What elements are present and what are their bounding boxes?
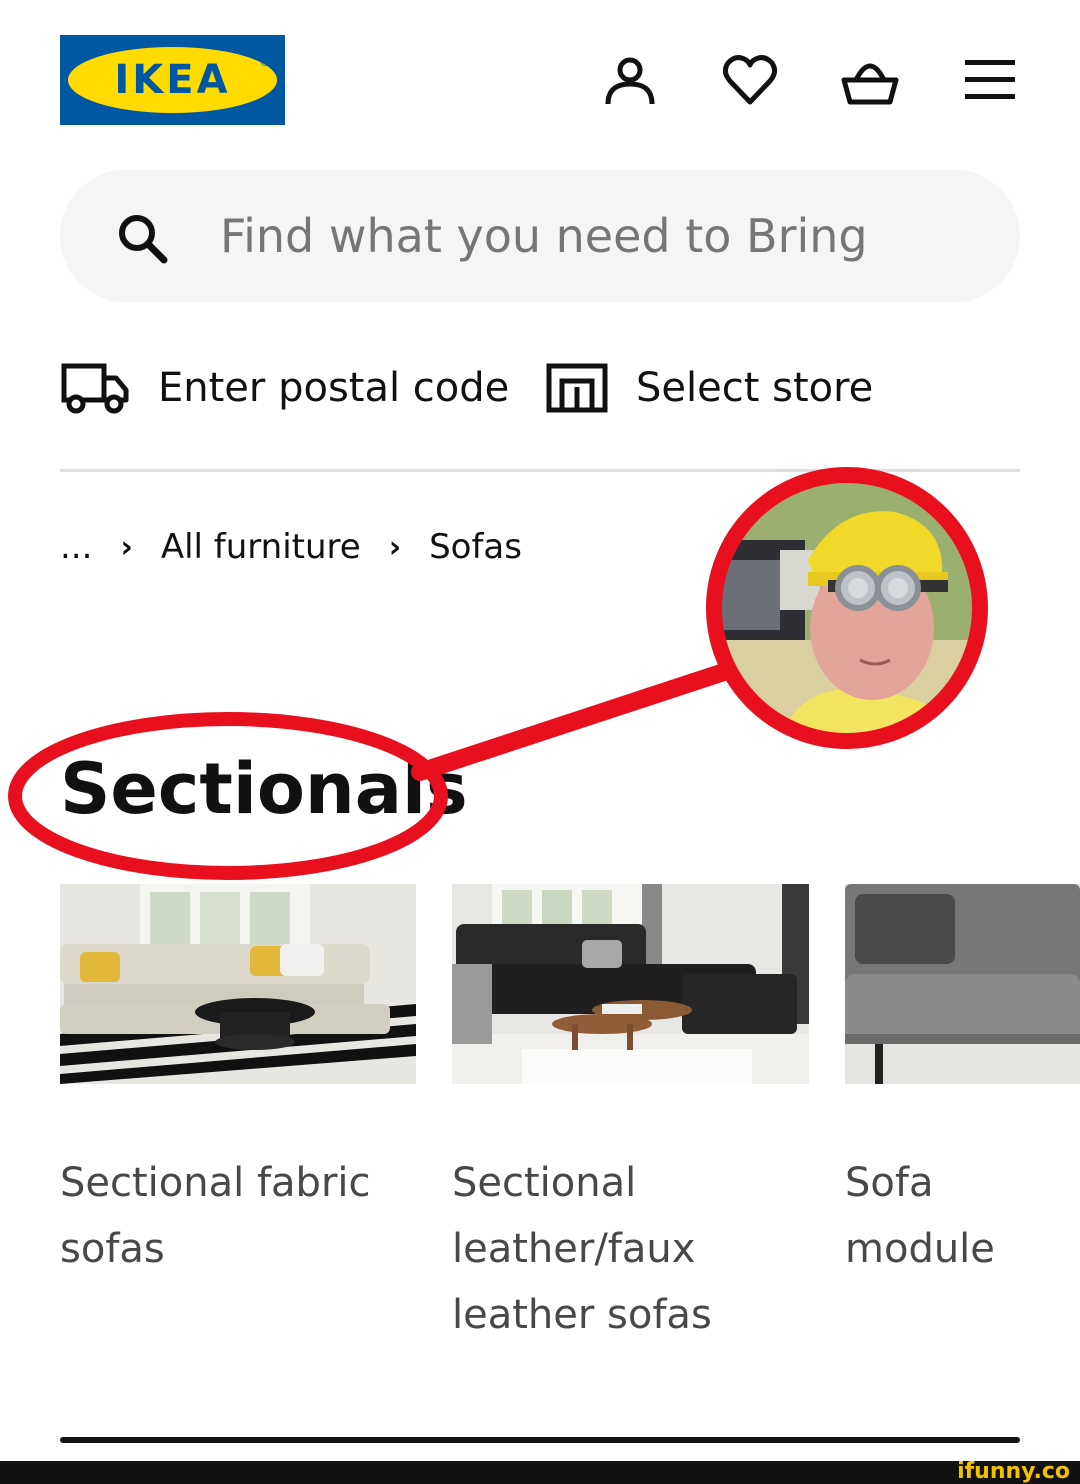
select-store-label: Select store [636, 365, 874, 411]
logo-text: IKEA [114, 57, 231, 103]
store-icon [546, 363, 608, 413]
delivery-truck-icon [60, 360, 130, 416]
breadcrumb: ... › All furniture › Sofas [60, 522, 522, 572]
location-row: Enter postal code Select store [60, 355, 1020, 421]
basket-icon[interactable] [840, 50, 900, 110]
ifunny-watermark: ifunny.co [957, 1459, 1070, 1484]
footer-strip: ifunny.co [0, 1459, 1080, 1484]
card-label-sofa-modules[interactable]: Sofa module [845, 1150, 1080, 1282]
reaction-photo [721, 482, 973, 734]
chevron-right-icon: › [120, 529, 133, 565]
reaction-photo-ring [706, 467, 988, 749]
bottom-separator [60, 1437, 1020, 1443]
search-input[interactable] [220, 190, 902, 282]
select-store-button[interactable]: Select store [546, 355, 873, 421]
breadcrumb-ellipsis[interactable]: ... [60, 527, 92, 567]
card-label-leather-sofas[interactable]: Sectional leather/faux leather sofas [452, 1150, 712, 1348]
card-image-fabric-sofas[interactable] [60, 884, 416, 1084]
search-icon [116, 212, 168, 264]
card-image-sofa-modules[interactable] [845, 884, 1080, 1084]
page-title: Sectionals [60, 748, 468, 830]
person-icon[interactable] [600, 50, 660, 110]
postal-code-button[interactable]: Enter postal code [60, 355, 509, 421]
postal-code-label: Enter postal code [158, 365, 510, 411]
section-divider [60, 469, 1020, 472]
chevron-right-icon: › [388, 529, 402, 565]
menu-icon[interactable] [960, 50, 1020, 110]
card-label-fabric-sofas[interactable]: Sectional fabric sofas [60, 1150, 371, 1282]
logo-registered-mark: ® [259, 55, 271, 69]
heart-icon[interactable] [720, 50, 780, 110]
card-image-leather-sofas[interactable] [452, 884, 809, 1084]
ikea-logo[interactable]: IKEA ® [60, 35, 285, 125]
search-bar[interactable] [60, 170, 1020, 302]
breadcrumb-all-furniture[interactable]: All furniture [161, 527, 361, 567]
breadcrumb-sofas[interactable]: Sofas [429, 527, 522, 567]
